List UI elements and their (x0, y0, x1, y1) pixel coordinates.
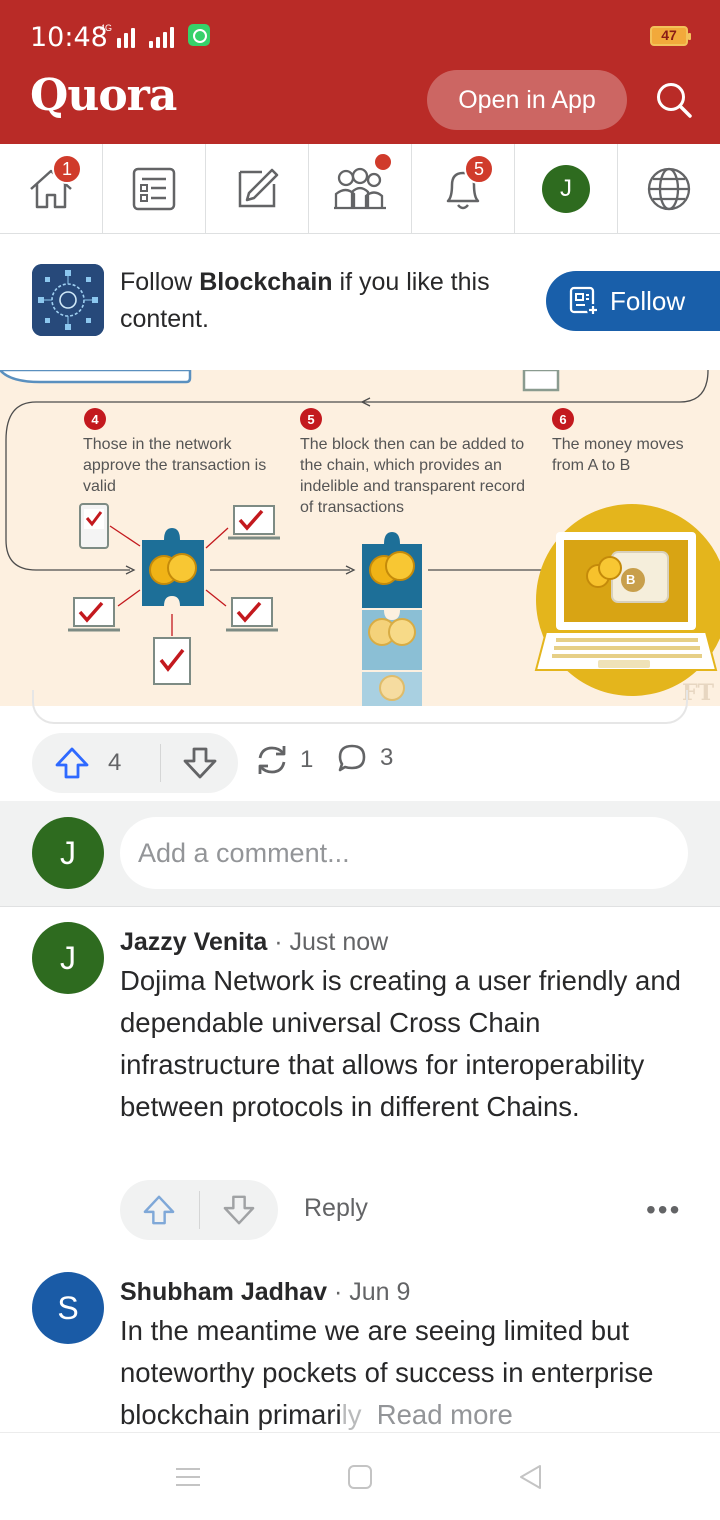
status-bar: 10:48 4G 47 (0, 0, 720, 70)
step-5-number: 5 (300, 408, 322, 430)
comment-header: Jazzy Venita · Just now (120, 928, 388, 957)
bitcoin-letter: B (626, 572, 636, 587)
home-badge: 1 (52, 154, 82, 184)
comment-count: 3 (380, 744, 394, 771)
vote-group: 4 (32, 733, 238, 793)
signal-icon: 4G (100, 23, 175, 48)
comment-vote-group (120, 1180, 278, 1240)
follow-prompt-text: Follow Blockchain if you like this conte… (120, 268, 490, 333)
nav-spaces[interactable] (309, 144, 412, 233)
comment-input[interactable] (120, 817, 688, 889)
comment-icon (338, 744, 366, 772)
battery-level: 47 (661, 27, 677, 43)
pencil-icon (238, 168, 279, 207)
list-icon (132, 167, 176, 210)
quora-logo[interactable]: Quora (30, 70, 177, 121)
step-5-text: The block then can be added to the chain… (300, 436, 526, 516)
notification-app-icon (188, 24, 210, 46)
infographic-drawing (0, 370, 720, 706)
avatar[interactable]: S (32, 1272, 104, 1344)
nav-answer[interactable] (103, 144, 206, 233)
reply-button[interactable]: Reply (304, 1194, 368, 1223)
step-6-number: 6 (552, 408, 574, 430)
search-icon[interactable] (652, 78, 696, 122)
notifications-badge: 5 (464, 154, 494, 184)
comment-text: In the meantime we are seeing limited bu… (120, 1315, 654, 1430)
network-type: 4G (100, 23, 113, 33)
upvote-icon (55, 747, 89, 779)
topic-name[interactable]: Blockchain (199, 268, 332, 296)
blockchain-topic-image[interactable] (32, 264, 104, 336)
home-square-icon[interactable] (346, 1463, 374, 1491)
nav-home[interactable]: 1 (0, 144, 103, 233)
spaces-dot-badge (375, 154, 391, 170)
add-comment-bar: J (0, 801, 720, 907)
read-more-link[interactable]: Read more (377, 1399, 513, 1430)
share-button[interactable]: 1 (254, 742, 313, 778)
avatar: J (542, 164, 590, 213)
comment-upvote-button[interactable] (120, 1180, 199, 1240)
share-icon (258, 746, 286, 774)
upvote-button[interactable]: 4 (32, 733, 160, 793)
globe-icon (647, 167, 691, 210)
upvote-count: 4 (108, 749, 122, 776)
comments-button[interactable]: 3 (336, 742, 393, 774)
back-icon[interactable] (516, 1463, 544, 1491)
step-4-number: 4 (84, 408, 106, 430)
step-6-text: The money moves from A to B (552, 436, 684, 474)
more-options-button[interactable]: ••• (646, 1194, 681, 1226)
menu-icon[interactable] (174, 1463, 202, 1491)
answer-card-border (32, 690, 688, 724)
upvote-icon (143, 1195, 175, 1225)
comment-time: · Jun 9 (327, 1278, 411, 1306)
comment-time: · Just now (267, 928, 389, 956)
main-nav: 1 5 J (0, 144, 720, 234)
nav-write[interactable] (206, 144, 309, 233)
follow-topic-banner: Follow Blockchain if you like this conte… (0, 234, 720, 370)
follow-button-label: Follow (610, 285, 686, 316)
nav-language[interactable] (618, 144, 720, 233)
comment-header: Shubham Jadhav · Jun 9 (120, 1278, 410, 1307)
downvote-icon (223, 1195, 255, 1225)
avatar[interactable]: J (32, 922, 104, 994)
battery-icon: 47 (650, 26, 691, 46)
status-time: 10:48 (30, 22, 108, 53)
comment-text: Dojima Network is creating a user friend… (120, 965, 681, 1122)
downvote-icon (183, 747, 216, 779)
open-in-app-button[interactable]: Open in App (427, 70, 627, 130)
people-icon (334, 167, 386, 209)
blockchain-infographic[interactable]: 4 Those in the network approve the trans… (0, 370, 720, 706)
top-app-bar: 10:48 4G 47 Quora Open in App (0, 0, 720, 144)
share-count: 1 (300, 746, 314, 773)
step-4-text: Those in the network approve the transac… (83, 436, 267, 495)
system-navigation-bar (0, 1432, 720, 1520)
avatar: J (32, 817, 104, 889)
downvote-button[interactable] (161, 733, 238, 793)
nav-notifications[interactable]: 5 (412, 144, 515, 233)
comment-author[interactable]: Shubham Jadhav (120, 1278, 327, 1306)
comment-downvote-button[interactable] (200, 1180, 279, 1240)
follow-add-icon (569, 286, 599, 316)
comment-author[interactable]: Jazzy Venita (120, 928, 267, 956)
nav-profile[interactable]: J (515, 144, 618, 233)
follow-button[interactable]: Follow (546, 271, 720, 331)
